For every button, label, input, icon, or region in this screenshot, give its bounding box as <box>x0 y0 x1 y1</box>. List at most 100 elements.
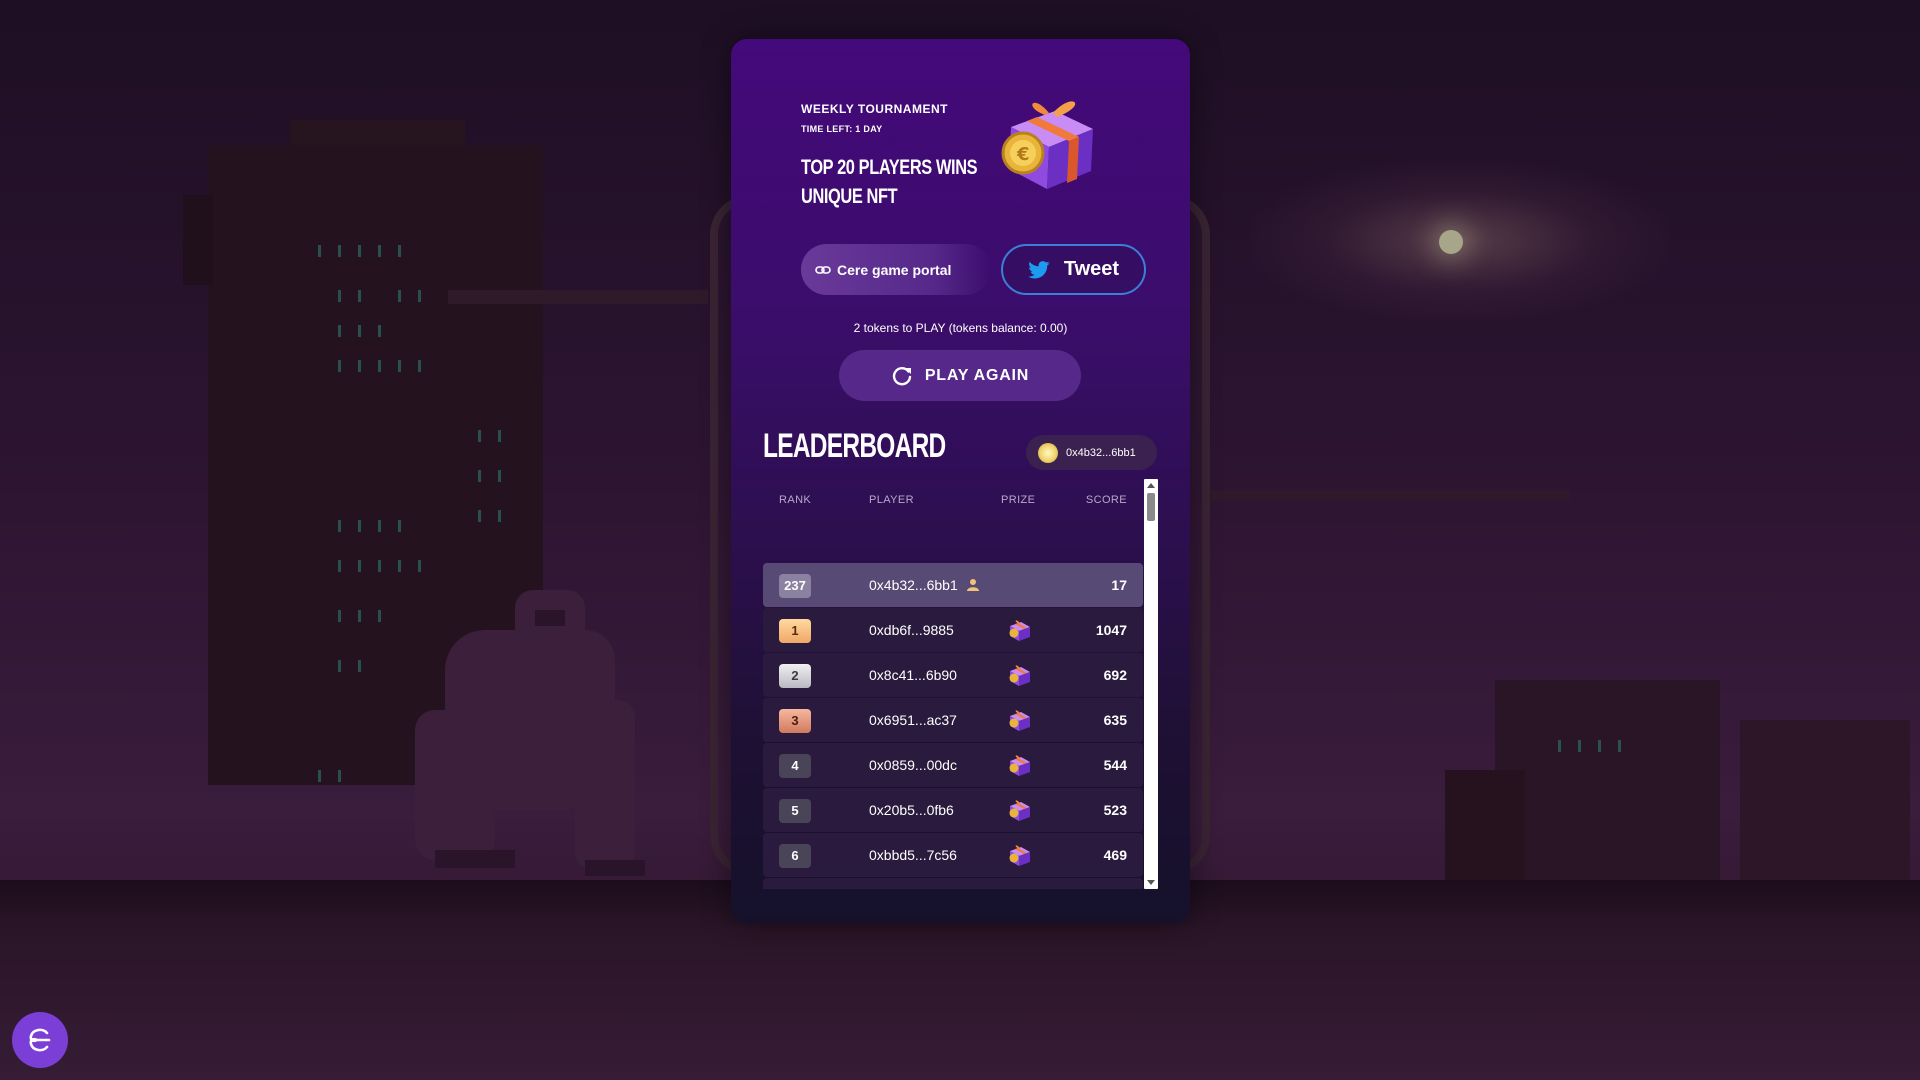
headline-line: UNIQUE NFT <box>801 185 898 208</box>
rank-badge: 5 <box>779 799 811 823</box>
tweet-label: Tweet <box>1063 258 1120 280</box>
building-window <box>338 245 341 257</box>
building-window <box>338 290 341 302</box>
building-window <box>378 520 381 532</box>
gift-box-icon <box>1007 708 1033 734</box>
wallet-address: 0x4b32...6bb1 <box>1066 446 1136 459</box>
building-window <box>498 470 501 482</box>
tokens-info: 2 tokens to PLAY (tokens balance: 0.00) <box>853 321 1068 335</box>
game-over-panel: WEEKLY TOURNAMENT TIME LEFT: 1 DAY TOP 2… <box>731 39 1190 923</box>
table-row[interactable]: 5 0x20b5...0fb6 523 <box>763 788 1143 832</box>
gift-box-icon <box>1007 753 1033 779</box>
building <box>1445 770 1525 890</box>
score: 544 <box>1103 757 1127 773</box>
building-bridge <box>448 290 708 304</box>
building-window <box>398 360 401 372</box>
play-again-button[interactable]: PLAY AGAIN <box>839 350 1081 401</box>
building-window <box>498 430 501 442</box>
building-window <box>418 360 421 372</box>
player-cell: 0x0859...00dc <box>869 757 957 773</box>
refresh-icon <box>892 366 912 385</box>
building-window <box>478 470 481 482</box>
building-window <box>358 290 361 302</box>
building-window <box>338 610 341 622</box>
building-window <box>338 325 341 337</box>
building-window <box>1558 740 1561 752</box>
rank-badge: 4 <box>779 754 811 778</box>
building-window <box>478 510 481 522</box>
player-cell: 0xdb6f...9885 <box>869 622 954 638</box>
building-window <box>1578 740 1581 752</box>
time-left: TIME LEFT: 1 DAY <box>801 124 883 134</box>
building-window <box>358 610 361 622</box>
gift-box-icon: € <box>1001 101 1093 189</box>
table-row[interactable]: 70xfb6b...f78e403 <box>763 878 1143 889</box>
table-row[interactable]: 2 0x8c41...6b90 692 <box>763 653 1143 697</box>
player-address: 0x6951...ac37 <box>869 712 957 728</box>
headline-line: TOP 20 PLAYERS WINS <box>801 156 978 179</box>
building-window <box>338 770 341 782</box>
svg-text:€: € <box>1016 144 1030 165</box>
column-rank: RANK <box>779 494 812 506</box>
cere-logo-icon <box>29 1028 51 1052</box>
player-address: 0x20b5...0fb6 <box>869 802 954 818</box>
player-cell: 0x20b5...0fb6 <box>869 802 954 818</box>
player-cell: 0x4b32...6bb1 <box>869 577 980 593</box>
scroll-up-arrow[interactable] <box>1147 483 1155 488</box>
player-address: 0x0859...00dc <box>869 757 957 773</box>
building-window <box>338 660 341 672</box>
tournament-label: WEEKLY TOURNAMENT <box>801 102 948 116</box>
building-window <box>398 245 401 257</box>
building-window <box>1618 740 1621 752</box>
tweet-button[interactable]: Tweet <box>1001 244 1146 295</box>
player-cell: 0xbbd5...7c56 <box>869 847 957 863</box>
building-window <box>358 520 361 532</box>
building <box>1495 680 1720 890</box>
leaderboard-scrollbar[interactable] <box>1144 479 1158 889</box>
wallet-avatar-icon <box>1038 442 1058 463</box>
rank-badge: 6 <box>779 844 811 868</box>
table-row[interactable]: 1 0xdb6f...9885 1047 <box>763 608 1143 652</box>
wallet-address-button[interactable]: 0x4b32...6bb1 <box>1026 435 1157 470</box>
scroll-down-arrow[interactable] <box>1147 880 1155 885</box>
twitter-icon <box>1028 260 1050 278</box>
link-icon <box>815 265 831 274</box>
table-header: RANK PLAYER PRIZE SCORE <box>763 479 1143 521</box>
player-cell: 0x8c41...6b90 <box>869 667 957 683</box>
building-window <box>378 360 381 372</box>
rank-badge: 237 <box>779 574 811 598</box>
score: 1047 <box>1095 622 1127 638</box>
play-again-label: PLAY AGAIN <box>924 366 1030 384</box>
score: 523 <box>1103 802 1127 818</box>
cere-game-portal-button[interactable]: Cere game portal <box>801 244 991 295</box>
score: 692 <box>1103 667 1127 683</box>
portal-label: Cere game portal <box>837 261 952 278</box>
column-score: SCORE <box>1085 494 1127 506</box>
scroll-thumb[interactable] <box>1147 493 1155 521</box>
player-address: 0x8c41...6b90 <box>869 667 957 683</box>
player-address: 0xdb6f...9885 <box>869 622 954 638</box>
building-window <box>338 360 341 372</box>
building-window <box>398 560 401 572</box>
building-window <box>498 510 501 522</box>
score: 635 <box>1103 712 1127 728</box>
building-window <box>318 245 321 257</box>
table-row[interactable]: 4 0x0859...00dc 544 <box>763 743 1143 787</box>
leaderboard-table: RANK PLAYER PRIZE SCORE 237 0x4b32...6bb… <box>763 479 1143 889</box>
table-row[interactable]: 6 0xbbd5...7c56 469 <box>763 833 1143 877</box>
table-row[interactable]: 3 0x6951...ac37 635 <box>763 698 1143 742</box>
rank-badge: 2 <box>779 664 811 688</box>
building-window <box>358 360 361 372</box>
cere-logo-button[interactable] <box>12 1012 68 1068</box>
building-bridge <box>1210 490 1570 500</box>
building-window <box>398 520 401 532</box>
tournament-headline: TOP 20 PLAYERS WINS UNIQUE NFT <box>801 153 978 211</box>
current-player-row[interactable]: 237 0x4b32...6bb1 17 <box>763 563 1143 607</box>
player-address: 0xbbd5...7c56 <box>869 847 957 863</box>
building-window <box>378 325 381 337</box>
building-window <box>358 245 361 257</box>
leaderboard-title: LEADERBOARD <box>763 427 946 465</box>
gift-box-icon <box>1007 888 1033 889</box>
building <box>1740 720 1910 890</box>
score: 17 <box>1111 577 1127 593</box>
